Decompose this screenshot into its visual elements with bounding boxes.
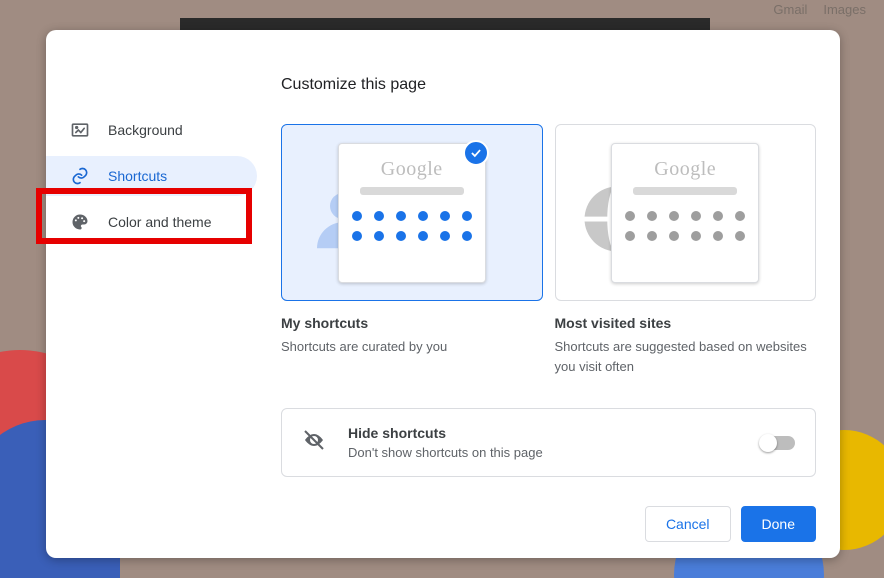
preview-tile: Google [611, 143, 759, 283]
link-icon [70, 166, 90, 186]
dialog-title: Customize this page [281, 76, 816, 94]
sidebar-item-label: Background [108, 122, 183, 138]
sidebar-item-background[interactable]: Background [46, 110, 257, 150]
gmail-link[interactable]: Gmail [773, 2, 807, 17]
preview-tile: Google [338, 143, 486, 283]
hide-title: Hide shortcuts [348, 425, 739, 441]
cancel-button[interactable]: Cancel [645, 506, 731, 542]
option-description: Shortcuts are curated by you [281, 337, 543, 357]
shortcut-options: Google Google [281, 124, 816, 301]
background-decor [180, 18, 710, 30]
sidebar-item-label: Color and theme [108, 214, 212, 230]
option-most-visited[interactable]: Google [555, 124, 817, 301]
option-description: Shortcuts are suggested based on website… [555, 337, 817, 376]
image-icon [70, 120, 90, 140]
done-button[interactable]: Done [741, 506, 816, 542]
search-bar-placeholder [633, 187, 737, 195]
hide-description: Don't show shortcuts on this page [348, 445, 739, 460]
option-title: Most visited sites [555, 315, 817, 331]
sidebar-item-color-theme[interactable]: Color and theme [46, 202, 257, 242]
tile-dots [625, 211, 745, 241]
toggle-knob [759, 434, 777, 452]
top-links: Gmail Images [773, 2, 866, 17]
sidebar: Background Shortcuts Color and theme [46, 30, 271, 558]
search-bar-placeholder [360, 187, 464, 195]
check-icon [463, 140, 489, 166]
sidebar-item-shortcuts[interactable]: Shortcuts [46, 156, 257, 196]
sidebar-item-label: Shortcuts [108, 168, 167, 184]
hide-toggle[interactable] [761, 436, 795, 450]
palette-icon [70, 212, 90, 232]
images-link[interactable]: Images [823, 2, 866, 17]
dialog-main: Customize this page Google [271, 30, 840, 558]
tile-dots [352, 211, 472, 241]
hide-shortcuts-row: Hide shortcuts Don't show shortcuts on t… [281, 408, 816, 477]
customize-dialog: Background Shortcuts Color and theme Cus… [46, 30, 840, 558]
option-title: My shortcuts [281, 315, 543, 331]
tile-brand-label: Google [381, 158, 443, 181]
hide-icon [302, 428, 326, 457]
option-my-shortcuts[interactable]: Google [281, 124, 543, 301]
option-descriptions: My shortcuts Shortcuts are curated by yo… [281, 301, 816, 376]
dialog-footer: Cancel Done [645, 506, 816, 542]
tile-brand-label: Google [654, 158, 716, 181]
